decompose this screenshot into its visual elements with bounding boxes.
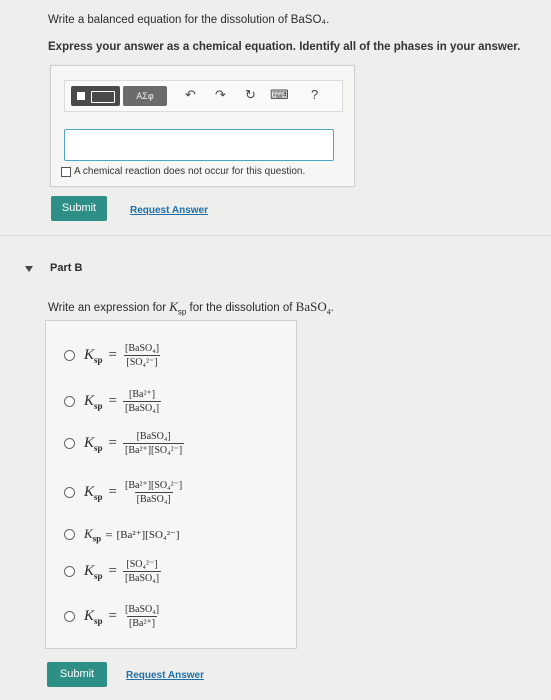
radio-button[interactable]	[64, 611, 75, 622]
option-lhs: Ksp	[84, 607, 103, 626]
keyboard-icon[interactable]: ⌨	[270, 87, 289, 103]
option-fraction: [Ba²⁺] [BaSO₄]	[123, 389, 162, 414]
radio-button[interactable]	[64, 350, 75, 361]
ksp-options: Ksp = [BaSO₄] [SO₄²⁻] Ksp = [Ba²⁺] [BaSO₄]…	[45, 320, 297, 649]
option-fraction: [Ba²⁺][SO₄²⁻] [BaSO₄]	[125, 480, 183, 505]
option-5[interactable]: Ksp = [Ba²⁺][SO₄²⁻]	[64, 526, 180, 544]
option-fraction: [BaSO₄] [SO₄²⁻]	[124, 343, 160, 368]
option-fraction: [SO₄²⁻] [BaSO₄]	[123, 559, 162, 584]
option-fraction: [BaSO₄] [Ba²⁺]	[125, 604, 160, 629]
option-3[interactable]: Ksp = [BaSO₄] [Ba²⁺][SO₄²⁻]	[64, 431, 185, 456]
symbols-button[interactable]: AΣφ	[123, 86, 167, 106]
option-2[interactable]: Ksp = [Ba²⁺] [BaSO₄]	[64, 389, 162, 414]
option-6[interactable]: Ksp = [SO₄²⁻] [BaSO₄]	[64, 559, 162, 584]
no-reaction-option[interactable]: A chemical reaction does not occur for t…	[61, 166, 305, 177]
divider	[0, 235, 551, 236]
radio-button[interactable]	[64, 438, 75, 449]
option-lhs: Ksp	[84, 526, 102, 544]
option-fraction: [BaSO₄] [Ba²⁺][SO₄²⁻]	[123, 431, 185, 456]
templates-button[interactable]	[71, 86, 120, 106]
no-reaction-checkbox[interactable]	[61, 166, 71, 177]
radio-button[interactable]	[64, 487, 75, 498]
redo-icon[interactable]: ↷	[215, 87, 226, 103]
radio-button[interactable]	[64, 396, 75, 407]
answer-panel: AΣφ ↶ ↷ ↻ ⌨ ? A chemical reaction does n…	[50, 65, 355, 187]
submit-button[interactable]: Submit	[47, 662, 107, 687]
help-icon[interactable]: ?	[311, 87, 318, 102]
collapse-triangle-icon[interactable]	[25, 266, 33, 272]
part-b-question: Write an expression for Ksp for the diss…	[48, 299, 334, 317]
option-7[interactable]: Ksp = [BaSO₄] [Ba²⁺]	[64, 604, 161, 629]
radio-button[interactable]	[64, 566, 75, 577]
option-1[interactable]: Ksp = [BaSO₄] [SO₄²⁻]	[64, 343, 161, 368]
radio-button[interactable]	[64, 529, 75, 541]
part-a-question: Write a balanced equation for the dissol…	[48, 14, 330, 26]
option-lhs: Ksp	[84, 483, 103, 502]
request-answer-link[interactable]: Request Answer	[130, 205, 208, 216]
part-a-instruction: Express your answer as a chemical equati…	[48, 41, 521, 53]
request-answer-link[interactable]: Request Answer	[126, 670, 204, 681]
part-b-title: Part B	[50, 262, 83, 274]
option-lhs: Ksp	[84, 434, 103, 453]
undo-icon[interactable]: ↶	[185, 87, 196, 103]
equation-toolbar: AΣφ ↶ ↷ ↻ ⌨ ?	[64, 80, 343, 112]
option-4[interactable]: Ksp = [Ba²⁺][SO₄²⁻] [BaSO₄]	[64, 480, 184, 505]
reset-icon[interactable]: ↻	[245, 87, 256, 103]
no-reaction-label: A chemical reaction does not occur for t…	[74, 166, 306, 177]
option-lhs: Ksp	[84, 346, 103, 365]
option-expression: [Ba²⁺][SO₄²⁻]	[116, 529, 180, 542]
option-lhs: Ksp	[84, 562, 103, 581]
answer-input[interactable]	[64, 129, 334, 161]
option-lhs: Ksp	[84, 392, 103, 411]
submit-button[interactable]: Submit	[51, 196, 107, 221]
